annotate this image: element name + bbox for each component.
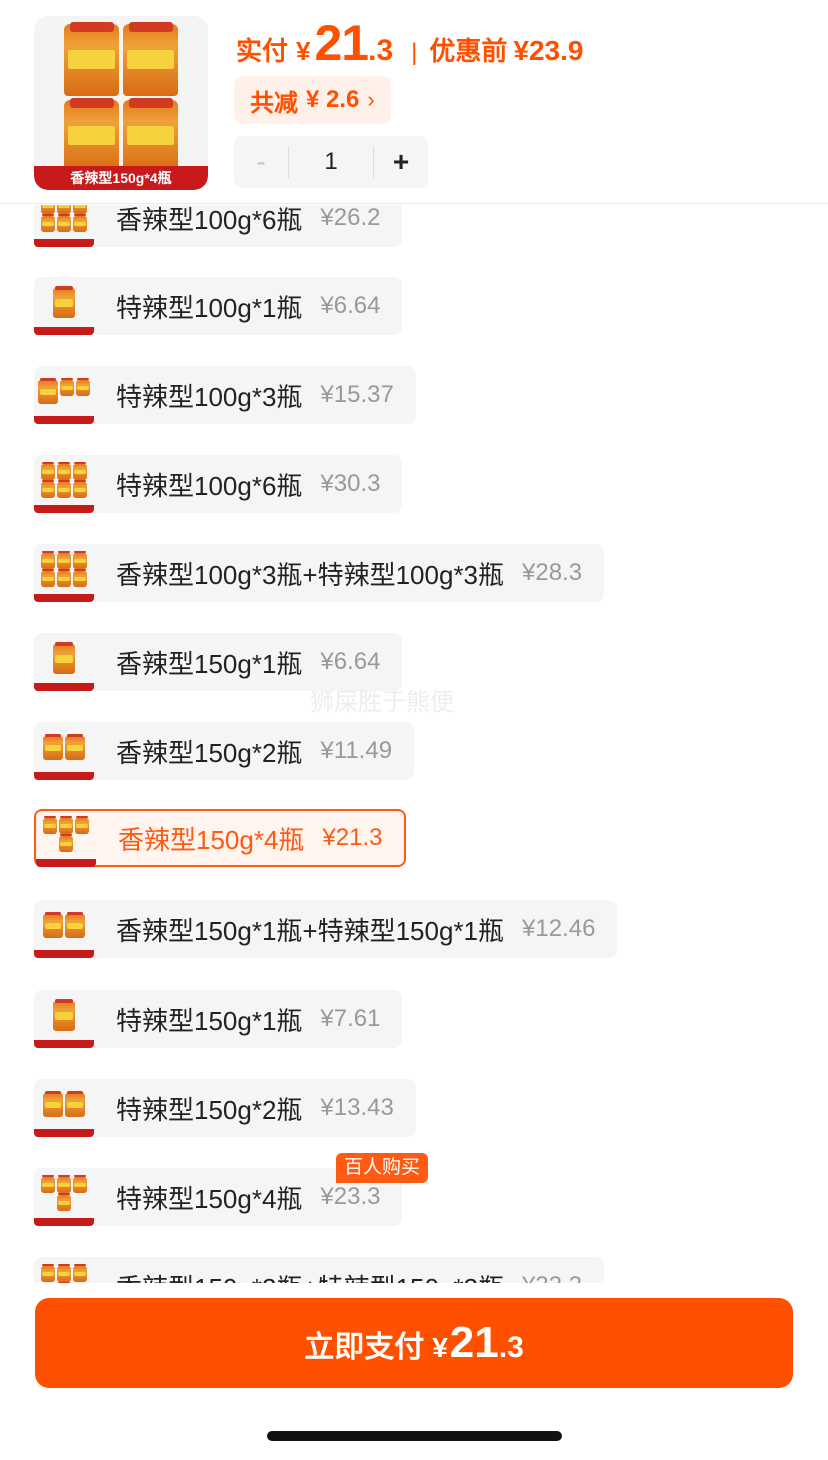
option-name: 特辣型100g*3瓶 <box>116 381 303 412</box>
jar-image <box>64 22 178 172</box>
option-price: ¥15.37 <box>320 381 394 408</box>
sku-option[interactable]: 特辣型150g*1瓶 ¥7.61 <box>34 990 403 1048</box>
sku-option[interactable]: 香辣型100g*6瓶 ¥26.2 <box>34 205 403 247</box>
sku-option-list[interactable]: 香辣型100g*6瓶 ¥26.2 特辣型100g*1瓶 ¥6.64 特辣型100… <box>0 205 828 1283</box>
sku-option[interactable]: 香辣型150g*2瓶+特辣型150g*2瓶 ¥33.3 <box>34 1257 605 1284</box>
option-thumbnail <box>34 633 94 691</box>
option-name: 香辣型150g*1瓶 <box>116 648 303 679</box>
option-thumbnail <box>36 809 96 867</box>
option-price: ¥7.61 <box>320 1005 381 1032</box>
sku-option[interactable]: 香辣型100g*3瓶+特辣型100g*3瓶 ¥28.3 <box>34 544 605 602</box>
option-price: ¥23.3 <box>320 1183 381 1210</box>
home-indicator[interactable] <box>267 1431 562 1441</box>
option-name: 香辣型150g*4瓶 <box>118 824 305 855</box>
sku-option[interactable]: 特辣型100g*3瓶 ¥15.37 <box>34 366 416 424</box>
option-price: ¥6.64 <box>320 648 381 675</box>
option-name: 特辣型150g*1瓶 <box>116 1005 303 1036</box>
price-separator: | <box>411 39 418 66</box>
pay-currency: ¥ <box>296 36 311 66</box>
option-price: ¥30.3 <box>320 470 381 497</box>
popularity-badge: 百人购买 <box>336 1153 429 1183</box>
option-thumbnail <box>34 900 94 958</box>
discount-label: 共减 <box>250 89 298 117</box>
sku-option[interactable]: 特辣型100g*1瓶 ¥6.64 <box>34 277 403 335</box>
thumbnail-caption: 香辣型150g*4瓶 <box>34 166 208 190</box>
pre-discount-price: ¥23.9 <box>513 35 584 66</box>
option-price: ¥28.3 <box>522 559 583 586</box>
option-price: ¥21.3 <box>322 824 383 851</box>
pay-now-button[interactable]: 立即支付 ¥ 21 .3 <box>35 1298 793 1388</box>
option-thumbnail <box>34 990 94 1048</box>
option-thumbnail <box>34 205 94 247</box>
pay-button-currency: ¥ <box>432 1332 448 1363</box>
sku-option-selected[interactable]: 香辣型150g*4瓶 ¥21.3 <box>34 809 407 867</box>
option-thumbnail <box>34 455 94 513</box>
pay-amount-dec: .3 <box>368 34 394 67</box>
option-name: 特辣型150g*4瓶 <box>116 1183 303 1214</box>
pay-amount-int: 21 <box>314 15 369 71</box>
pay-button-amount-int: 21 <box>449 1318 499 1367</box>
actual-payment: 实付 ¥ 21 .3 | 优惠前 ¥23.9 <box>236 14 584 71</box>
option-price: ¥11.49 <box>320 737 393 764</box>
sku-option[interactable]: 特辣型150g*2瓶 ¥13.43 <box>34 1079 416 1137</box>
product-header: 香辣型150g*4瓶 实付 ¥ 21 .3 | 优惠前 ¥23.9 共减 ¥ 2… <box>0 0 828 204</box>
option-name: 特辣型100g*6瓶 <box>116 470 303 501</box>
chevron-right-icon: › <box>367 87 375 112</box>
option-thumbnail <box>34 544 94 602</box>
option-price: ¥33.3 <box>522 1272 582 1283</box>
option-name: 香辣型150g*1瓶+特辣型150g*1瓶 <box>116 915 505 946</box>
option-name: 香辣型100g*3瓶+特辣型100g*3瓶 <box>116 559 505 590</box>
discount-value: ¥ 2.6 <box>306 86 360 113</box>
pay-button-amount-dec: .3 <box>498 1331 524 1364</box>
option-thumbnail <box>34 366 94 424</box>
option-price: ¥13.43 <box>320 1094 394 1121</box>
option-name: 特辣型150g*2瓶 <box>116 1094 303 1125</box>
option-price: ¥6.64 <box>320 292 381 319</box>
option-price: ¥26.2 <box>320 205 381 231</box>
option-thumbnail <box>34 1257 94 1283</box>
pay-label: 实付 <box>236 36 289 66</box>
decrement-button[interactable]: - <box>234 136 288 188</box>
watermark-text: 狮屎胜于熊便 <box>310 689 454 716</box>
sku-option[interactable]: 特辣型100g*6瓶 ¥30.3 <box>34 455 403 513</box>
option-name: 香辣型150g*2瓶 <box>116 737 303 768</box>
option-name: 香辣型150g*2瓶+特辣型150g*2瓶 <box>116 1268 504 1284</box>
option-name: 香辣型100g*6瓶 <box>116 205 303 235</box>
quantity-value[interactable]: 1 <box>288 146 374 178</box>
quantity-stepper: - 1 + <box>234 136 428 188</box>
option-thumbnail <box>34 277 94 335</box>
pay-button-label: 立即支付 <box>304 1331 425 1364</box>
product-thumbnail[interactable]: 香辣型150g*4瓶 <box>34 16 208 190</box>
option-price: ¥12.46 <box>522 915 596 942</box>
sku-option[interactable]: 香辣型150g*2瓶 ¥11.49 <box>34 722 415 780</box>
option-thumbnail <box>34 1079 94 1137</box>
option-thumbnail <box>34 722 94 780</box>
discount-total-button[interactable]: 共减 ¥ 2.6 › <box>234 76 391 124</box>
sku-option[interactable]: 香辣型150g*1瓶+特辣型150g*1瓶 ¥12.46 <box>34 900 618 958</box>
option-thumbnail <box>34 1168 94 1226</box>
increment-button[interactable]: + <box>374 136 428 188</box>
pre-discount-label: 优惠前 <box>429 36 508 66</box>
option-name: 特辣型100g*1瓶 <box>116 292 303 323</box>
